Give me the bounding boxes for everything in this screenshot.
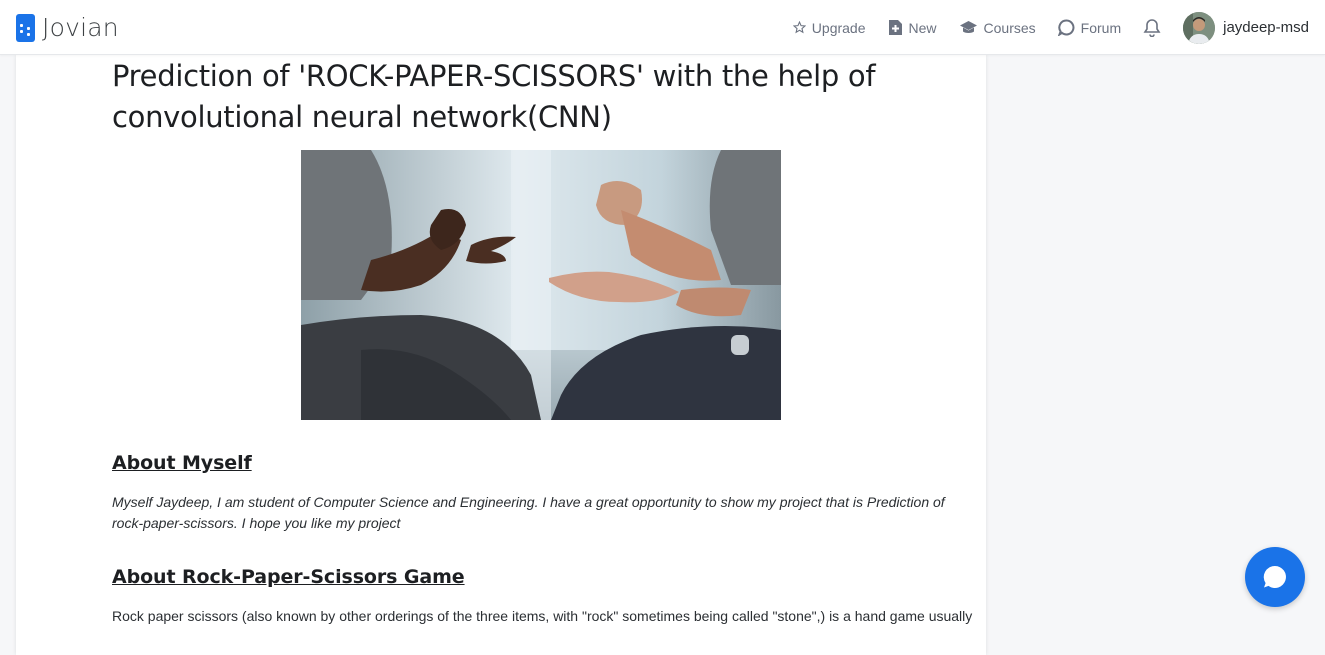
top-navbar: Jovian Upgrade New Courses Forum jaydeep… [0,0,1325,55]
graduation-cap-icon [959,21,977,33]
brand-name: Jovian [42,13,119,42]
nav-menu: Upgrade New Courses Forum jaydeep-msd [771,0,1309,55]
section-heading-about-game: About Rock-Paper-Scissors Game [112,566,465,588]
nav-forum[interactable]: Forum [1057,19,1122,36]
new-file-icon [888,20,902,35]
nav-upgrade-label: Upgrade [811,19,866,36]
chat-icon [1263,565,1286,588]
avatar [1183,11,1216,44]
hero-image [301,150,781,420]
notifications-button[interactable] [1143,18,1161,37]
nav-courses[interactable]: Courses [959,20,1036,36]
about-game-text: Rock paper scissors (also known by other… [112,608,973,624]
brand[interactable]: Jovian [16,13,119,42]
nav-courses-label: Courses [983,19,1036,36]
user-menu[interactable]: jaydeep-msd [1183,11,1309,44]
nav-new[interactable]: New [888,19,937,36]
chat-widget-button[interactable] [1245,547,1305,607]
nav-upgrade[interactable]: Upgrade [792,19,866,36]
nav-new-label: New [908,19,937,36]
nav-forum-label: Forum [1080,19,1122,36]
star-icon [792,21,806,34]
username: jaydeep-msd [1223,19,1309,36]
jovian-logo-icon [16,13,35,42]
page-title: Prediction of 'ROCK-PAPER-SCISSORS' with… [112,59,876,134]
section-heading-about-myself: About Myself [112,452,252,474]
bell-icon [1143,19,1161,37]
chat-bubble-icon [1057,19,1075,36]
about-myself-text: Myself Jaydeep, I am student of Computer… [112,494,945,531]
